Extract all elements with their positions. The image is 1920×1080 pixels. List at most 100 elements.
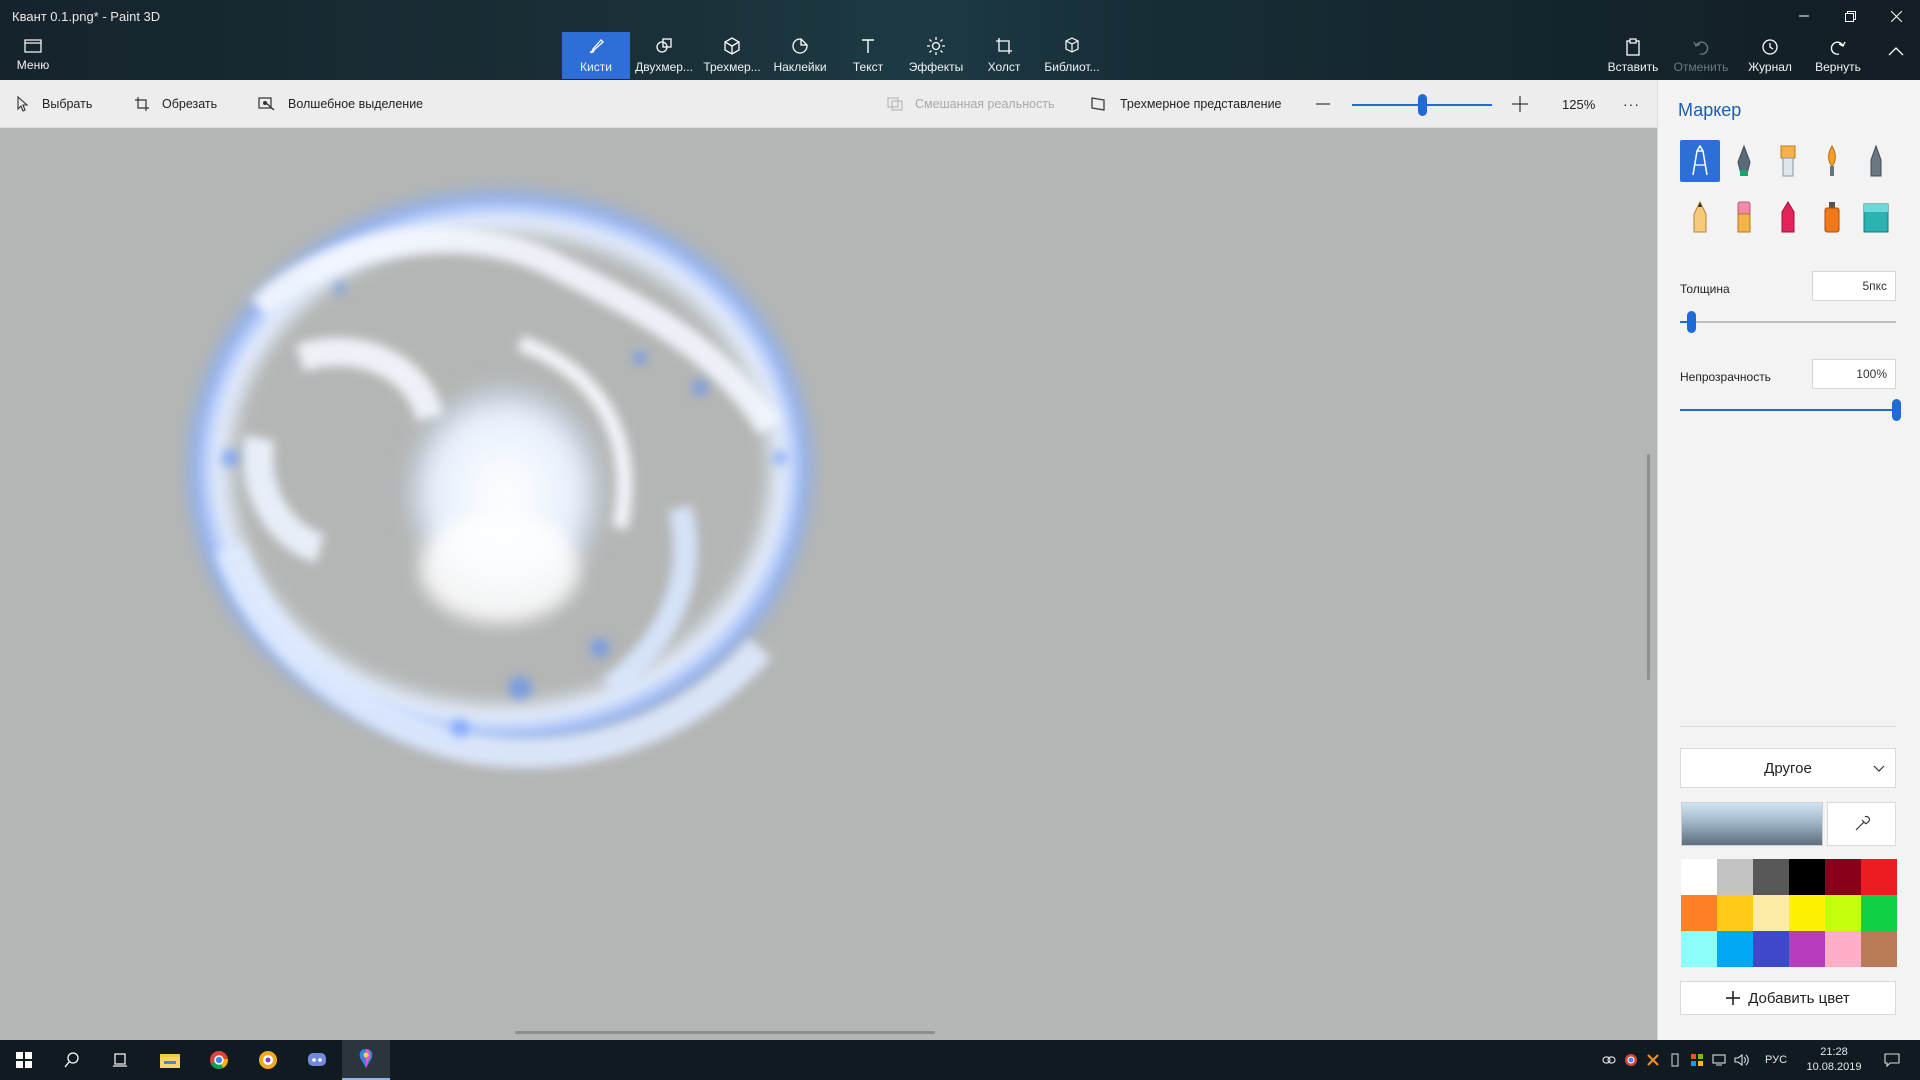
clipboard-icon: [1626, 38, 1640, 56]
tray-network-icon[interactable]: [1708, 1040, 1730, 1080]
tray-shield-icon[interactable]: [1686, 1040, 1708, 1080]
tab-canvas[interactable]: Холст: [972, 32, 1036, 79]
horizontal-scrollbar[interactable]: [515, 1031, 935, 1034]
tab-2d-shapes[interactable]: Двухмер...: [632, 32, 696, 79]
restore-icon: [1844, 10, 1856, 22]
watercolor-brush[interactable]: [1812, 140, 1852, 182]
palette-swatch[interactable]: [1825, 895, 1861, 931]
network-link-icon[interactable]: [1598, 1040, 1620, 1080]
palette-swatch[interactable]: [1825, 859, 1861, 895]
thickness-slider[interactable]: [1680, 321, 1896, 323]
paste-button[interactable]: Вставить: [1604, 32, 1662, 79]
zoom-out-button[interactable]: [1316, 80, 1342, 128]
collapse-ribbon-button[interactable]: [1880, 32, 1912, 79]
thickness-thumb[interactable]: [1686, 311, 1696, 333]
palette-swatch[interactable]: [1789, 895, 1825, 931]
tab-2d-shapes-label: Двухмер...: [635, 60, 693, 74]
tab-effects-label: Эффекты: [908, 60, 964, 74]
palette-swatch[interactable]: [1717, 931, 1753, 967]
palette-swatch[interactable]: [1825, 931, 1861, 967]
task-view-icon: [113, 1053, 127, 1067]
2d-shapes-icon: [656, 38, 672, 53]
start-button[interactable]: [0, 1040, 48, 1080]
restore-button[interactable]: [1827, 0, 1873, 32]
eraser-icon: [1737, 201, 1751, 233]
more-options-button[interactable]: ···: [1623, 80, 1640, 128]
pencil-brush[interactable]: [1680, 196, 1720, 238]
action-center-button[interactable]: [1872, 1040, 1912, 1080]
palette-swatch[interactable]: [1861, 931, 1897, 967]
clock[interactable]: 21:28 10.08.2019: [1800, 1040, 1868, 1080]
folder-icon: [160, 1054, 180, 1068]
opacity-slider[interactable]: [1680, 409, 1896, 411]
chrome-button[interactable]: [195, 1040, 243, 1080]
browser-2-button[interactable]: [244, 1040, 292, 1080]
discord-button[interactable]: [293, 1040, 341, 1080]
vertical-scrollbar[interactable]: [1647, 454, 1650, 680]
tray-chrome-icon[interactable]: [1620, 1040, 1642, 1080]
windows-logo-icon: [16, 1052, 32, 1068]
tab-brushes[interactable]: Кисти: [562, 32, 630, 79]
fill-brush[interactable]: [1856, 196, 1896, 238]
opacity-input[interactable]: 100%: [1812, 359, 1896, 389]
close-button[interactable]: [1873, 0, 1919, 32]
mixed-reality-label: Смешанная реальность: [915, 97, 1055, 111]
palette-swatch[interactable]: [1861, 859, 1897, 895]
palette-swatch[interactable]: [1789, 859, 1825, 895]
redo-button[interactable]: Вернуть: [1806, 32, 1870, 79]
palette-swatch[interactable]: [1861, 895, 1897, 931]
discord-icon: [308, 1053, 326, 1066]
tab-text[interactable]: Текст: [835, 32, 901, 79]
palette-swatch[interactable]: [1717, 859, 1753, 895]
calligraphy-pen-brush[interactable]: [1724, 140, 1764, 182]
minimize-button[interactable]: [1781, 0, 1827, 32]
tab-effects[interactable]: Эффекты: [903, 32, 969, 79]
tab-3d-shapes[interactable]: Трехмер...: [699, 32, 765, 79]
mixed-reality-button[interactable]: Смешанная реальность: [887, 80, 1055, 128]
menu-button[interactable]: Меню: [10, 34, 56, 81]
palette-swatch[interactable]: [1681, 895, 1717, 931]
tab-library[interactable]: Библиот...: [1039, 32, 1105, 79]
zoom-slider[interactable]: [1352, 80, 1492, 128]
magic-select-button[interactable]: Волшебное выделение: [258, 80, 423, 128]
current-color-swatch[interactable]: [1681, 802, 1823, 846]
crayon-brush[interactable]: [1768, 196, 1808, 238]
palette-swatch[interactable]: [1789, 931, 1825, 967]
tray-volume-icon[interactable]: [1730, 1040, 1754, 1080]
task-view-button[interactable]: [96, 1040, 144, 1080]
magic-select-icon: [258, 97, 275, 111]
file-explorer-button[interactable]: [146, 1040, 194, 1080]
other-dropdown[interactable]: Другое: [1680, 748, 1896, 788]
palette-swatch[interactable]: [1717, 895, 1753, 931]
link-icon: [1602, 1056, 1616, 1064]
tray-battery-icon[interactable]: [1664, 1040, 1686, 1080]
zoom-level[interactable]: 125%: [1562, 80, 1595, 128]
drawing-canvas[interactable]: [0, 128, 1657, 1040]
history-button[interactable]: Журнал: [1742, 32, 1798, 79]
opacity-thumb[interactable]: [1892, 399, 1901, 421]
eyedropper-button[interactable]: [1827, 802, 1896, 846]
pixel-pen-brush[interactable]: [1856, 140, 1896, 182]
zoom-in-button[interactable]: [1512, 80, 1540, 128]
tray-app-icon[interactable]: [1642, 1040, 1664, 1080]
palette-swatch[interactable]: [1753, 859, 1789, 895]
palette-swatch[interactable]: [1681, 859, 1717, 895]
language-indicator[interactable]: РУС: [1760, 1040, 1792, 1080]
spray-can-brush[interactable]: [1812, 196, 1852, 238]
marker-brush[interactable]: [1680, 140, 1720, 182]
crop-button[interactable]: Обрезать: [134, 80, 217, 128]
paint3d-button[interactable]: [342, 1040, 390, 1080]
zoom-thumb[interactable]: [1418, 94, 1427, 116]
search-button[interactable]: [48, 1040, 96, 1080]
oil-brush[interactable]: [1768, 140, 1808, 182]
palette-swatch[interactable]: [1681, 931, 1717, 967]
palette-swatch[interactable]: [1753, 895, 1789, 931]
view-3d-button[interactable]: Трехмерное представление: [1090, 80, 1282, 128]
select-button[interactable]: Выбрать: [16, 80, 92, 128]
palette-swatch[interactable]: [1753, 931, 1789, 967]
tab-stickers[interactable]: Наклейки: [768, 32, 832, 79]
eraser-brush[interactable]: [1724, 196, 1764, 238]
add-color-button[interactable]: Добавить цвет: [1680, 981, 1896, 1015]
thickness-input[interactable]: 5пкс: [1812, 271, 1896, 301]
undo-button[interactable]: Отменить: [1670, 32, 1732, 79]
